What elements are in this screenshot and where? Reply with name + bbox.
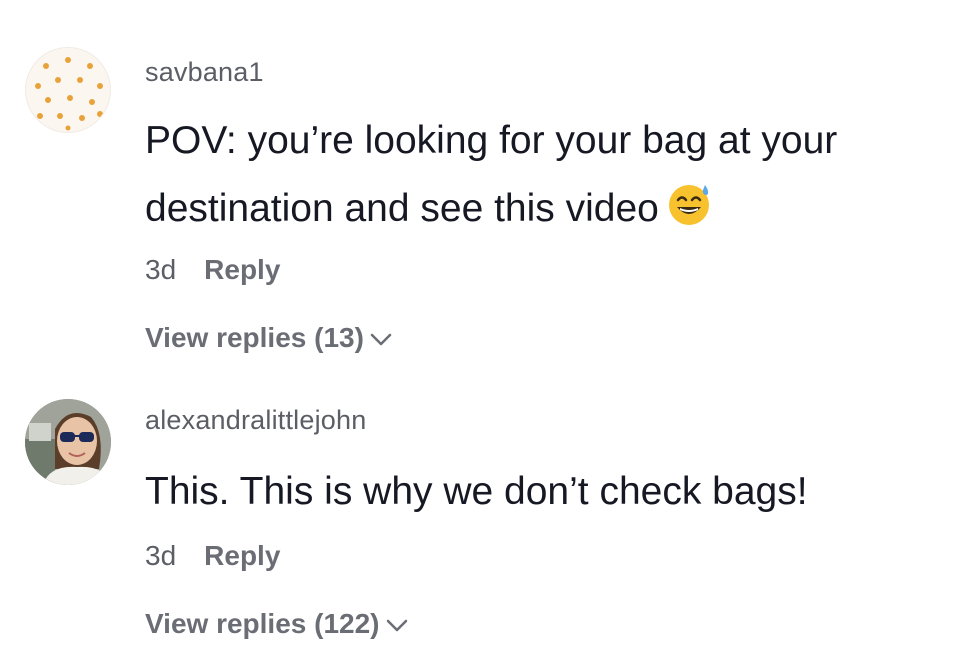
comment-text-content: This. This is why we don’t check bags! <box>145 470 808 513</box>
avatar[interactable] <box>25 399 111 485</box>
comment-text-content: POV: you’re looking for your bag at your… <box>145 119 838 230</box>
view-replies-button[interactable]: View replies (122) <box>145 608 408 640</box>
chevron-down-icon <box>370 333 392 346</box>
view-replies-button[interactable]: View replies (13) <box>145 322 392 354</box>
reply-button[interactable]: Reply <box>204 540 280 572</box>
grinning-face-with-sweat-icon <box>667 181 713 249</box>
comment-item: savbana1 POV: you’re looking for your ba… <box>0 0 980 380</box>
comment-meta: 3d Reply <box>145 254 280 286</box>
comment-item: alexandralittlejohn This. This is why we… <box>0 380 980 665</box>
timestamp: 3d <box>145 254 177 285</box>
username[interactable]: alexandralittlejohn <box>145 405 366 436</box>
avatar[interactable] <box>25 47 111 133</box>
timestamp: 3d <box>145 540 177 571</box>
comment-meta: 3d Reply <box>145 540 280 572</box>
chevron-down-icon <box>386 619 407 632</box>
view-replies-label: View replies (122) <box>145 608 380 639</box>
reply-button[interactable]: Reply <box>204 254 280 286</box>
view-replies-label: View replies (13) <box>145 322 364 353</box>
avatar-photo-icon <box>25 399 111 485</box>
comment-text: POV: you’re looking for your bag at your… <box>145 107 945 249</box>
comment-text: This. This is why we don’t check bags! <box>145 458 945 526</box>
username[interactable]: savbana1 <box>145 57 264 88</box>
avatar-dot-pattern-icon <box>35 57 103 131</box>
